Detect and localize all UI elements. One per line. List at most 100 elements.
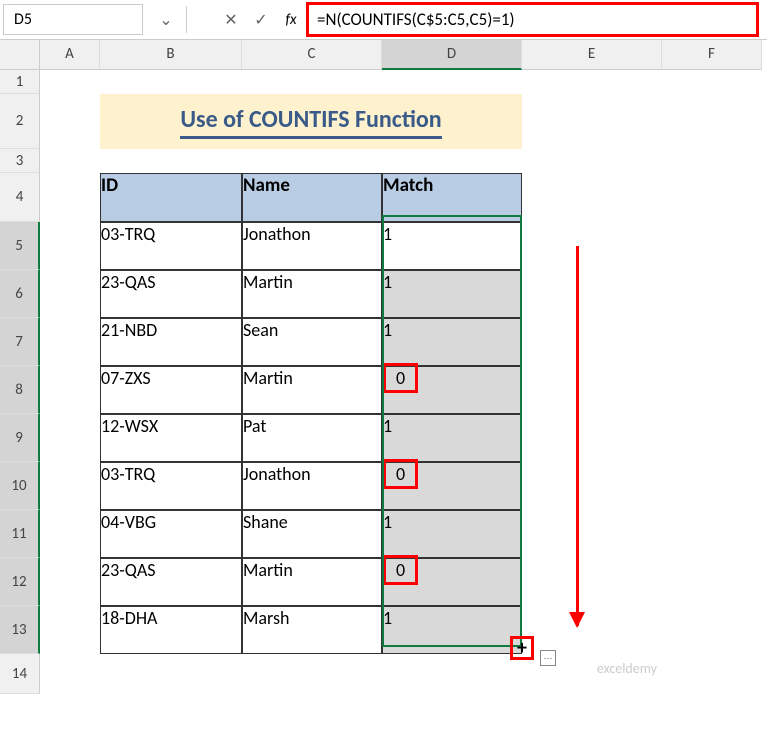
cell[interactable] bbox=[40, 222, 100, 270]
column-header[interactable]: B bbox=[100, 40, 242, 70]
cell[interactable] bbox=[662, 149, 762, 173]
cell[interactable] bbox=[522, 558, 662, 606]
row-header[interactable]: 13 bbox=[0, 606, 40, 654]
column-header[interactable]: F bbox=[662, 40, 762, 70]
cell[interactable] bbox=[40, 149, 100, 173]
match-cell[interactable]: 1 bbox=[382, 270, 522, 318]
autofill-options-icon[interactable]: ⋯ bbox=[540, 650, 556, 666]
table-cell[interactable]: Shane bbox=[242, 510, 382, 558]
table-cell[interactable]: Pat bbox=[242, 414, 382, 462]
cell[interactable] bbox=[242, 149, 382, 173]
cell[interactable] bbox=[522, 510, 662, 558]
table-header[interactable]: Match bbox=[382, 173, 522, 222]
table-cell[interactable]: 07-ZXS bbox=[100, 366, 242, 414]
column-header[interactable]: D bbox=[382, 40, 522, 70]
row-header[interactable]: 5 bbox=[0, 222, 40, 270]
cell[interactable] bbox=[662, 318, 762, 366]
cell[interactable] bbox=[242, 70, 382, 94]
table-cell[interactable]: 03-TRQ bbox=[100, 222, 242, 270]
cell[interactable] bbox=[662, 173, 762, 222]
table-cell[interactable]: 23-QAS bbox=[100, 558, 242, 606]
row-header[interactable]: 2 bbox=[0, 94, 40, 149]
table-cell[interactable]: Sean bbox=[242, 318, 382, 366]
cell[interactable] bbox=[522, 149, 662, 173]
name-box[interactable]: D5 bbox=[3, 4, 143, 35]
column-header[interactable]: E bbox=[522, 40, 662, 70]
match-cell[interactable]: 1 bbox=[382, 606, 522, 654]
cancel-icon[interactable]: ✕ bbox=[216, 10, 246, 30]
enter-icon[interactable]: ✓ bbox=[246, 10, 276, 30]
cell[interactable] bbox=[382, 70, 522, 94]
cell[interactable] bbox=[40, 173, 100, 222]
cell[interactable] bbox=[40, 414, 100, 462]
table-cell[interactable]: Martin bbox=[242, 270, 382, 318]
row-header[interactable]: 4 bbox=[0, 173, 40, 222]
cell[interactable] bbox=[40, 270, 100, 318]
cell[interactable] bbox=[40, 70, 100, 94]
cell[interactable] bbox=[522, 606, 662, 654]
cell[interactable] bbox=[522, 318, 662, 366]
fx-icon[interactable]: fx bbox=[276, 11, 306, 29]
row-header[interactable]: 6 bbox=[0, 270, 40, 318]
row-header[interactable]: 8 bbox=[0, 366, 40, 414]
row-header[interactable]: 11 bbox=[0, 510, 40, 558]
match-cell[interactable]: 1 bbox=[382, 222, 522, 270]
cell[interactable] bbox=[662, 270, 762, 318]
cell[interactable] bbox=[662, 366, 762, 414]
cell[interactable] bbox=[522, 366, 662, 414]
cell[interactable] bbox=[662, 462, 762, 510]
cell[interactable] bbox=[662, 606, 762, 654]
table-cell[interactable]: 04-VBG bbox=[100, 510, 242, 558]
cell[interactable] bbox=[662, 70, 762, 94]
cell[interactable] bbox=[40, 318, 100, 366]
cell[interactable] bbox=[100, 70, 242, 94]
match-cell[interactable]: 0 bbox=[382, 558, 522, 606]
table-cell[interactable]: 12-WSX bbox=[100, 414, 242, 462]
cell[interactable] bbox=[40, 94, 100, 149]
cell[interactable] bbox=[662, 94, 762, 149]
match-cell[interactable]: 1 bbox=[382, 414, 522, 462]
title-cell[interactable]: Use of COUNTIFS Function bbox=[100, 94, 522, 149]
table-cell[interactable]: Jonathon bbox=[242, 222, 382, 270]
cell[interactable] bbox=[522, 94, 662, 149]
match-cell[interactable]: 0 bbox=[382, 366, 522, 414]
select-all-corner[interactable] bbox=[0, 40, 40, 70]
cell[interactable] bbox=[662, 510, 762, 558]
match-cell[interactable]: 0 bbox=[382, 462, 522, 510]
cell[interactable] bbox=[40, 654, 100, 694]
cell[interactable] bbox=[40, 606, 100, 654]
table-header[interactable]: ID bbox=[100, 173, 242, 222]
cell[interactable] bbox=[522, 414, 662, 462]
row-header[interactable]: 14 bbox=[0, 654, 40, 694]
row-header[interactable]: 7 bbox=[0, 318, 40, 366]
cell[interactable] bbox=[662, 414, 762, 462]
cell[interactable] bbox=[522, 462, 662, 510]
cell[interactable] bbox=[522, 173, 662, 222]
cell[interactable] bbox=[242, 654, 382, 694]
cell[interactable] bbox=[382, 149, 522, 173]
row-header[interactable]: 12 bbox=[0, 558, 40, 606]
cell[interactable] bbox=[40, 558, 100, 606]
cell[interactable] bbox=[522, 270, 662, 318]
cell[interactable] bbox=[40, 366, 100, 414]
cell[interactable] bbox=[382, 654, 522, 694]
column-header[interactable]: A bbox=[40, 40, 100, 70]
cell[interactable] bbox=[40, 462, 100, 510]
table-header[interactable]: Name bbox=[242, 173, 382, 222]
table-cell[interactable]: 03-TRQ bbox=[100, 462, 242, 510]
row-header[interactable]: 3 bbox=[0, 149, 40, 173]
match-cell[interactable]: 1 bbox=[382, 510, 522, 558]
table-cell[interactable]: 21-NBD bbox=[100, 318, 242, 366]
table-cell[interactable]: Martin bbox=[242, 366, 382, 414]
cell[interactable] bbox=[522, 70, 662, 94]
cell[interactable] bbox=[662, 654, 762, 694]
table-cell[interactable]: Marsh bbox=[242, 606, 382, 654]
row-header[interactable]: 10 bbox=[0, 462, 40, 510]
formula-input[interactable]: =N(COUNTIFS(C$5:C5,C5)=1) bbox=[306, 2, 759, 37]
cell[interactable] bbox=[662, 222, 762, 270]
cell[interactable] bbox=[662, 558, 762, 606]
row-header[interactable]: 1 bbox=[0, 70, 40, 94]
match-cell[interactable]: 1 bbox=[382, 318, 522, 366]
column-header[interactable]: C bbox=[242, 40, 382, 70]
table-cell[interactable]: Jonathon bbox=[242, 462, 382, 510]
